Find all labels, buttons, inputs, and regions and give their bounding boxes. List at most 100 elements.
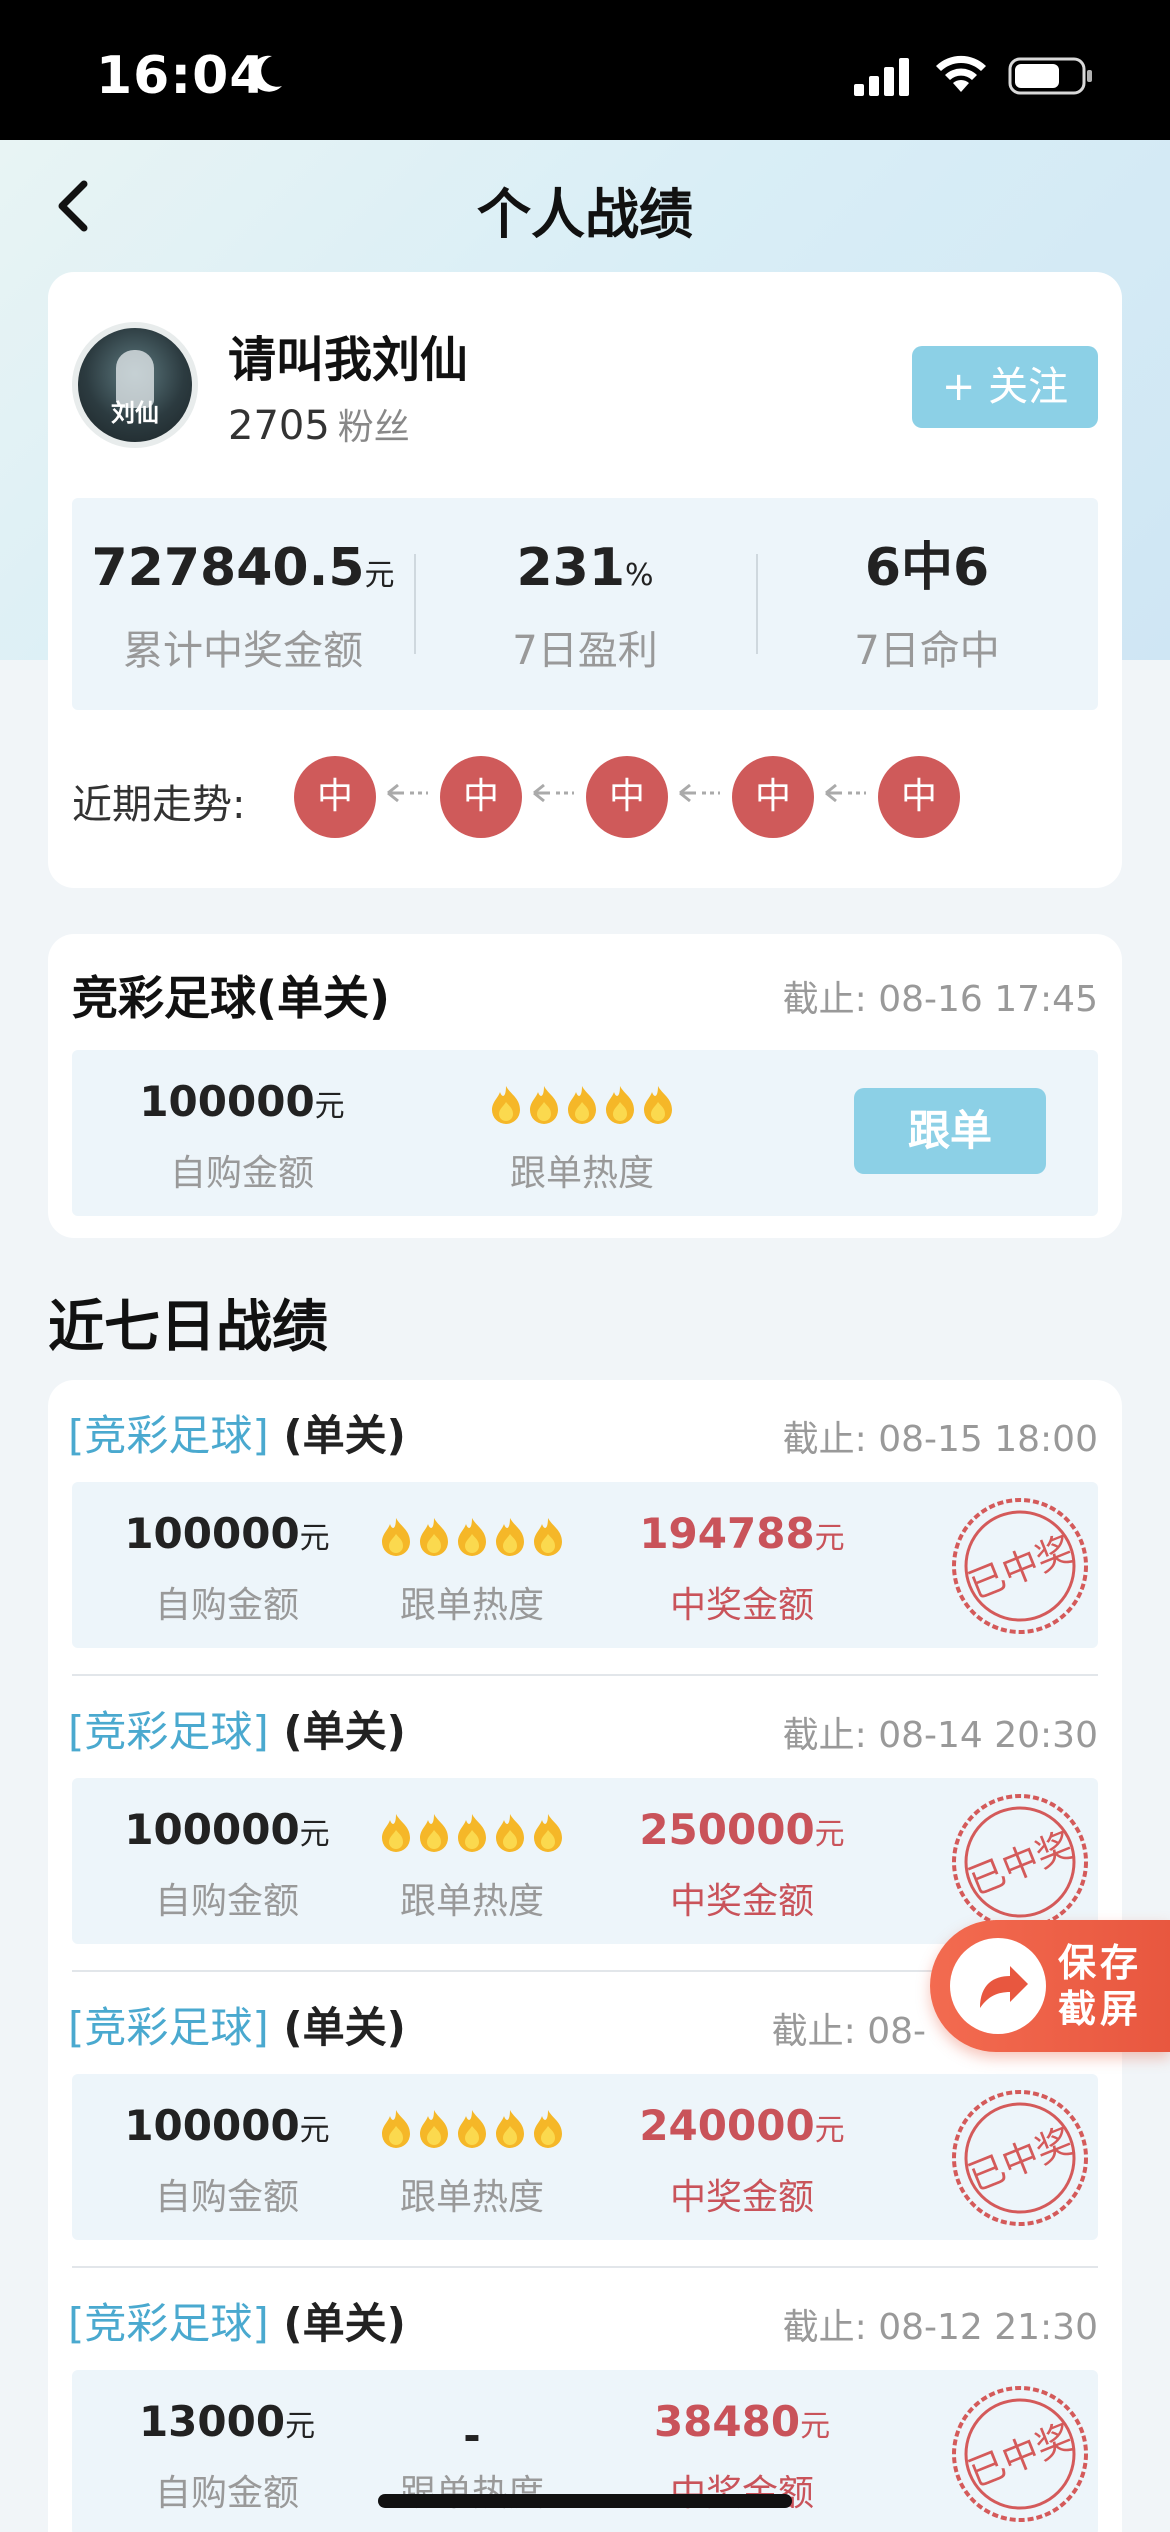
arrow-left-icon (679, 783, 720, 803)
flame-icon (568, 1085, 596, 1124)
record-details: 100000元 自购金额 跟单热度 240000元 中奖金额 已中奖 (72, 2074, 1098, 2240)
pick-amount: 100000元 自购金额 (112, 1074, 372, 1196)
arrow-left-icon (825, 783, 866, 803)
status-time: 16:04 (96, 46, 267, 106)
follow-order-button[interactable]: 跟单 (854, 1088, 1046, 1174)
heat-label: 跟单热度 (372, 2464, 572, 2516)
record-details: 100000元 自购金额 跟单热度 250000元 中奖金额 已中奖 (72, 1778, 1098, 1944)
record-title: [竞彩足球] (单关) (68, 2299, 406, 2348)
flame-icon (458, 1813, 486, 1852)
record-tag: 竞彩足球 (84, 2299, 253, 2348)
record-heat: 跟单热度 (372, 1802, 572, 1924)
stat-unit: % (625, 558, 654, 593)
prize-unit: 元 (814, 2113, 845, 2148)
current-pick-card[interactable]: 竞彩足球(单关) 截止: 08-16 17:45 100000元 自购金额 跟单… (48, 934, 1122, 1238)
fans-number: 2705 (228, 403, 330, 449)
amount-value: 13000 (138, 2397, 286, 2446)
profile-card: 刘仙 请叫我刘仙 2705 粉丝 + 关注 727840.5元 累计中奖金额 23… (48, 272, 1122, 888)
heat-label: 跟单热度 (399, 1585, 544, 1626)
stats-panel: 727840.5元 累计中奖金额 231% 7日盈利 6中6 7日命中 (72, 498, 1098, 710)
fans-count: 2705 粉丝 (228, 398, 410, 450)
trend-dot: 中 (732, 756, 814, 838)
flame-icon (420, 1813, 448, 1852)
stat-label: 7日命中 (854, 628, 1000, 674)
flame-icons (377, 1802, 567, 1858)
trend-dot: 中 (586, 756, 668, 838)
stat-value: 6中6 (864, 538, 990, 598)
flame-icon (382, 1517, 410, 1556)
record-amount: 13000元 自购金额 (102, 2394, 352, 2516)
wifi-icon (936, 55, 986, 92)
flame-icon (382, 1813, 410, 1852)
heat-label: 跟单热度 (399, 1881, 544, 1922)
amount-label: 自购金额 (154, 1881, 299, 1922)
flame-icon (496, 1813, 524, 1852)
record-deadline: 截止: 08-14 20:30 (782, 1715, 1098, 1756)
stamp-text: 已中奖 (963, 2417, 1079, 2495)
stat-unit: 元 (364, 558, 395, 593)
amount-unit: 元 (299, 2113, 330, 2148)
follow-button[interactable]: + 关注 (912, 346, 1098, 428)
avatar[interactable]: 刘仙 (72, 322, 198, 448)
fans-label: 粉丝 (337, 407, 410, 448)
record-title: [竞彩足球] (单关) (68, 1707, 406, 1756)
record-amount: 100000元 自购金额 (102, 2098, 352, 2220)
flame-icon (496, 1517, 524, 1556)
flame-icons (377, 1506, 567, 1562)
record-prize: 250000元 中奖金额 (612, 1802, 872, 1924)
page-title: 个人战绩 (477, 183, 693, 246)
flame-icon (458, 1517, 486, 1556)
record-deadline: 截止: 08-12 21:30 (782, 2307, 1098, 2348)
record-prize: 194788元 中奖金额 (612, 1506, 872, 1628)
flame-icon (534, 1813, 562, 1852)
record-title: [竞彩足球] (单关) (68, 1411, 406, 1460)
pick-heat: 跟单热度 (452, 1074, 712, 1196)
stamp-text: 已中奖 (963, 1529, 1079, 1607)
record-prize: 240000元 中奖金额 (612, 2098, 872, 2220)
prize-value: 240000 (639, 2101, 815, 2150)
prize-unit: 元 (814, 1817, 845, 1852)
record-type: (单关) (283, 1707, 406, 1756)
record-amount: 100000元 自购金额 (102, 1802, 352, 1924)
stat-value: 727840.5 (91, 538, 365, 598)
record-title: [竞彩足球] (单关) (68, 2003, 406, 2052)
flame-icon (420, 2109, 448, 2148)
amount-label: 自购金额 (169, 1153, 314, 1194)
stamp-text: 已中奖 (963, 1825, 1079, 1903)
trend-label: 近期走势: (72, 782, 246, 828)
prize-value: 194788 (639, 1509, 815, 1558)
record-deadline: 截止: 08-15 18:00 (782, 1419, 1098, 1460)
divider (72, 2266, 1098, 2268)
save-screenshot-button[interactable]: 保存 截屏 (930, 1920, 1170, 2052)
prize-label: 中奖金额 (669, 1881, 814, 1922)
prize-label: 中奖金额 (669, 2177, 814, 2218)
flame-icon (458, 2109, 486, 2148)
record-tag: 竞彩足球 (84, 2003, 253, 2052)
record-type: (单关) (283, 1411, 406, 1460)
flame-icon (644, 1085, 672, 1124)
signal-icon (854, 58, 909, 96)
prize-value: 38480 (653, 2397, 801, 2446)
status-bar: 16:04 (0, 0, 1170, 140)
pick-title: 竞彩足球(单关) (72, 971, 391, 1025)
record-heat: 跟单热度 (372, 2098, 572, 2220)
won-stamp-icon: 已中奖 (952, 1794, 1088, 1930)
save-label-line1: 保存 (1058, 1941, 1143, 1985)
prize-unit: 元 (814, 1521, 845, 1556)
flame-icon (534, 2109, 562, 2148)
flame-icon (496, 2109, 524, 2148)
amount-value: 100000 (139, 1077, 315, 1126)
record-tag: 竞彩足球 (84, 1411, 253, 1460)
username: 请叫我刘仙 (228, 332, 469, 388)
flame-icon (382, 2109, 410, 2148)
trend-dot: 中 (440, 756, 522, 838)
won-stamp-icon: 已中奖 (952, 1498, 1088, 1634)
trend-dot: 中 (294, 756, 376, 838)
record-type: (单关) (283, 2003, 406, 2052)
amount-value: 100000 (124, 1509, 300, 1558)
amount-label: 自购金额 (154, 2473, 299, 2514)
amount-value: 100000 (124, 1805, 300, 1854)
trend-dot: 中 (878, 756, 960, 838)
record-details: 100000元 自购金额 跟单热度 194788元 中奖金额 已中奖 (72, 1482, 1098, 1648)
save-screenshot-label: 保存 截屏 (1058, 1940, 1158, 2032)
